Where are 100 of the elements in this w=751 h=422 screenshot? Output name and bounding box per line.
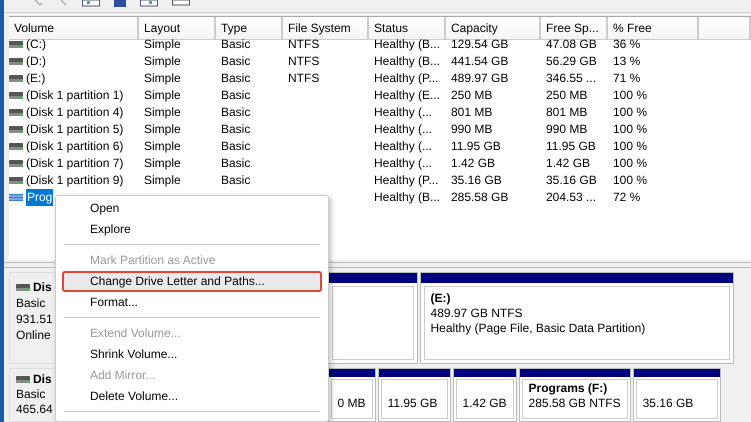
partition-size: 489.97 GB NTFS <box>430 306 524 321</box>
partition-size: 11.95 GB <box>388 396 438 411</box>
table-cell: 35.16 GB <box>451 172 502 187</box>
drive-name[interactable]: (Disk 1 partition 6) <box>26 138 124 155</box>
table-cell: 100 % <box>613 138 648 153</box>
table-cell: 100 % <box>613 122 648 136</box>
table-cell: 13 % <box>613 54 640 68</box>
table-cell: Basic <box>221 156 250 170</box>
column-header[interactable]: Type <box>216 16 283 40</box>
table-cell: Healthy (... <box>374 104 432 119</box>
table-cell: Healthy (... <box>374 122 432 136</box>
table-cell: 204.53 ... <box>546 190 596 204</box>
table-cell: Healthy (E... <box>374 88 440 102</box>
table-cell: 250 MB <box>546 88 588 102</box>
drive-name[interactable]: Prog <box>26 188 54 206</box>
drive-name[interactable]: (Disk 1 partition 7) <box>26 154 124 172</box>
table-cell: NTFS <box>288 54 320 68</box>
partition-size: 1.42 GB <box>462 396 507 411</box>
table-cell: 11.95 GB <box>451 138 501 153</box>
drive-name[interactable]: (Disk 1 partition 9) <box>26 172 124 189</box>
menu-item[interactable]: Shrink Volume... <box>62 344 322 365</box>
table-cell: Basic <box>221 122 250 136</box>
table-cell: Simple <box>144 172 181 187</box>
disk-size: 465.64 <box>16 402 53 417</box>
partition-bar <box>378 369 450 377</box>
table-cell: Healthy (... <box>374 156 432 170</box>
partition-block[interactable] <box>328 272 418 364</box>
disk-state: Online <box>16 327 51 343</box>
partition-bar <box>454 369 516 377</box>
table-cell: Basic <box>221 88 250 102</box>
table-cell: 72 % <box>613 190 640 204</box>
table-cell: 100 % <box>613 156 648 170</box>
menu-item[interactable]: Open <box>62 198 322 219</box>
table-cell: Basic <box>221 54 250 68</box>
console-icon[interactable] <box>140 0 158 7</box>
column-header[interactable]: File System <box>283 16 369 40</box>
disk-size: 931.51 <box>16 311 53 327</box>
column-header[interactable]: Free Sp... <box>541 16 608 40</box>
column-header[interactable]: Status <box>369 16 446 40</box>
column-header[interactable]: Capacity <box>446 16 541 40</box>
disk-name: Dis <box>33 279 52 295</box>
table-cell: 100 % <box>613 104 648 119</box>
table-cell: 801 MB <box>546 104 588 119</box>
partition-block[interactable]: 1.42 GB <box>452 368 517 422</box>
partition-size: 0 MB <box>338 396 366 411</box>
menu-item[interactable]: Change Drive Letter and Paths... <box>62 271 322 292</box>
drive-name[interactable]: (E:) <box>26 70 46 87</box>
partition-block[interactable]: 0 MB <box>328 368 376 422</box>
menu-item[interactable]: Format... <box>62 292 322 313</box>
window-icon[interactable] <box>172 0 190 7</box>
partition-name: Programs (F:) <box>528 381 608 396</box>
partition-name: (E:) <box>430 291 452 306</box>
partition-block[interactable]: (E:) 489.97 GB NTFS Healthy (Page File, Basic Data Partition) <box>420 272 734 364</box>
table-cell: Healthy (... <box>374 138 432 153</box>
partition-block[interactable]: 11.95 GB <box>378 368 451 422</box>
drive-name[interactable]: (Disk 1 partition 1) <box>26 86 124 104</box>
table-cell: 250 MB <box>451 88 492 102</box>
table-cell: Simple <box>144 156 181 170</box>
table-cell: 35.16 GB <box>546 172 597 187</box>
partition-size: 35.16 GB <box>642 396 694 411</box>
table-cell: 11.95 GB <box>546 138 596 153</box>
partition-block[interactable]: Programs (F:) 285.58 GB NTFS <box>518 368 631 422</box>
column-header[interactable]: % Free <box>608 16 699 40</box>
table-cell: 990 MB <box>546 122 588 136</box>
partition-size: 285.58 GB NTFS <box>528 396 621 411</box>
table-cell: 1.42 GB <box>546 156 590 170</box>
table-cell: Basic <box>221 104 250 119</box>
table-cell: NTFS <box>288 70 320 85</box>
drive-name[interactable]: (D:) <box>26 52 46 70</box>
table-cell: 71 % <box>613 70 640 85</box>
table-cell: 56.29 GB <box>546 54 597 68</box>
partition-block[interactable]: 35.16 GB <box>632 368 721 422</box>
table-cell: Simple <box>144 138 181 153</box>
table-cell: Healthy (P... <box>374 172 438 187</box>
menu-item[interactable]: Delete Volume... <box>62 386 322 407</box>
column-header[interactable]: Volume <box>9 16 139 40</box>
menu-item[interactable]: Explore <box>62 219 322 240</box>
column-header[interactable]: Layout <box>139 16 216 40</box>
table-cell: Healthy (B... <box>374 190 440 204</box>
partition-status: Healthy (Page File, Basic Data Partition) <box>430 321 646 336</box>
drive-name[interactable]: (Disk 1 partition 4) <box>26 104 124 121</box>
table-cell: Healthy (P... <box>374 70 438 85</box>
table-cell: Basic <box>221 70 250 85</box>
table-cell: 801 MB <box>451 104 492 119</box>
table-cell: 1.42 GB <box>451 156 496 170</box>
table-cell: 441.54 GB <box>451 54 508 68</box>
partition-bar <box>328 369 375 377</box>
table-cell: 285.58 GB <box>451 190 508 204</box>
table-cell: 990 MB <box>451 122 492 136</box>
disk-name: Dis <box>33 372 52 387</box>
table-cell: Healthy (B... <box>374 54 440 68</box>
table-cell: Basic <box>221 138 250 153</box>
table-cell: Simple <box>144 54 181 68</box>
table-cell: 100 % <box>613 172 648 187</box>
disk-type: Basic <box>16 387 46 402</box>
table-cell: Simple <box>144 104 181 119</box>
console-icon[interactable] <box>82 0 100 7</box>
table-cell: 489.97 GB <box>451 70 508 85</box>
table-cell: 100 % <box>613 88 648 102</box>
drive-name[interactable]: (Disk 1 partition 5) <box>26 120 124 138</box>
